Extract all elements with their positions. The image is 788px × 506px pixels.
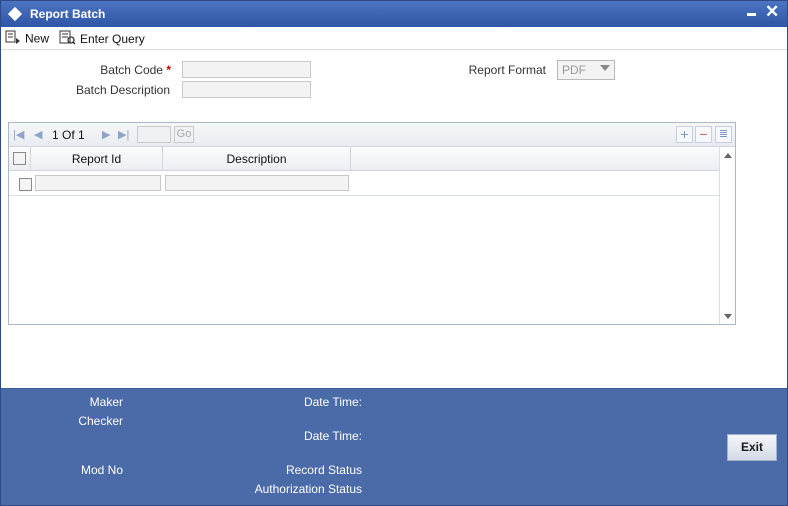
- description-input[interactable]: [165, 175, 349, 191]
- scroll-down-icon[interactable]: [724, 314, 732, 319]
- enter-query-icon: [59, 30, 76, 48]
- maker-date-time-label: Date Time:: [303, 395, 362, 409]
- enter-query-button[interactable]: Enter Query: [59, 30, 145, 47]
- grid-header: Report Id Description: [9, 147, 719, 171]
- minimize-icon[interactable]: [747, 13, 756, 16]
- maker-label: Maker: [89, 395, 123, 409]
- goto-page-input[interactable]: [137, 126, 171, 143]
- pager-of: Of: [62, 128, 75, 142]
- report-format-label: Report Format: [468, 63, 546, 77]
- table-row: [9, 171, 719, 196]
- new-icon: [5, 30, 21, 47]
- pager-total: 1: [78, 128, 85, 142]
- pager-current: 1: [52, 128, 59, 142]
- window-diamond-icon: [7, 6, 23, 22]
- exit-button[interactable]: Exit: [727, 434, 777, 461]
- checker-label: Checker: [78, 414, 123, 428]
- report-format-select[interactable]: PDF: [557, 60, 615, 80]
- toolbar: New Enter Query: [1, 27, 787, 50]
- next-page-icon[interactable]: ▶: [102, 128, 110, 141]
- batch-code-label-text: Batch Code: [100, 63, 163, 77]
- report-id-input[interactable]: [35, 175, 161, 191]
- authorization-status-label: Authorization Status: [254, 482, 362, 496]
- vertical-scrollbar[interactable]: [719, 147, 735, 324]
- report-grid: |◀ ◀ 1 Of 1 ▶ ▶| Go + − ≣ Report Id Desc…: [8, 122, 736, 325]
- new-label: New: [25, 31, 50, 46]
- checker-date-time-label: Date Time:: [303, 429, 362, 443]
- grid-pager: |◀ ◀ 1 Of 1 ▶ ▶| Go + − ≣: [9, 123, 735, 147]
- batch-code-field[interactable]: [182, 61, 311, 78]
- batch-description-field[interactable]: [182, 81, 311, 98]
- column-header-report-id[interactable]: Report Id: [31, 147, 163, 171]
- enter-query-label: Enter Query: [80, 32, 145, 46]
- batch-description-label: Batch Description: [75, 83, 170, 97]
- report-batch-window: Report Batch ✕ New Enter Query Batch Cod…: [0, 0, 788, 506]
- go-button[interactable]: Go: [174, 126, 194, 143]
- required-marker: *: [166, 63, 171, 77]
- row-checkbox[interactable]: [19, 178, 32, 191]
- single-view-icon[interactable]: ≣: [715, 126, 732, 143]
- add-row-icon[interactable]: +: [676, 126, 693, 143]
- select-all-cell: [9, 147, 31, 171]
- audit-footer: Maker Checker Date Time: Date Time: Mod …: [1, 388, 787, 505]
- title-bar: Report Batch ✕: [1, 1, 787, 27]
- previous-page-icon[interactable]: ◀: [34, 128, 42, 141]
- window-title: Report Batch: [30, 7, 106, 21]
- chevron-down-icon: [600, 65, 610, 71]
- close-icon[interactable]: ✕: [765, 3, 779, 21]
- pager-status: 1 Of 1: [52, 128, 85, 142]
- new-button[interactable]: New: [5, 30, 49, 47]
- mod-no-label: Mod No: [80, 463, 123, 477]
- record-status-label: Record Status: [285, 463, 362, 477]
- select-all-checkbox[interactable]: [13, 152, 26, 165]
- scroll-up-icon[interactable]: [724, 153, 732, 158]
- column-header-description[interactable]: Description: [163, 147, 351, 171]
- delete-row-icon[interactable]: −: [695, 126, 712, 143]
- last-page-icon[interactable]: ▶|: [118, 128, 129, 141]
- batch-code-label: Batch Code *: [61, 63, 171, 77]
- first-page-icon[interactable]: |◀: [13, 128, 24, 141]
- report-format-value: PDF: [562, 63, 586, 77]
